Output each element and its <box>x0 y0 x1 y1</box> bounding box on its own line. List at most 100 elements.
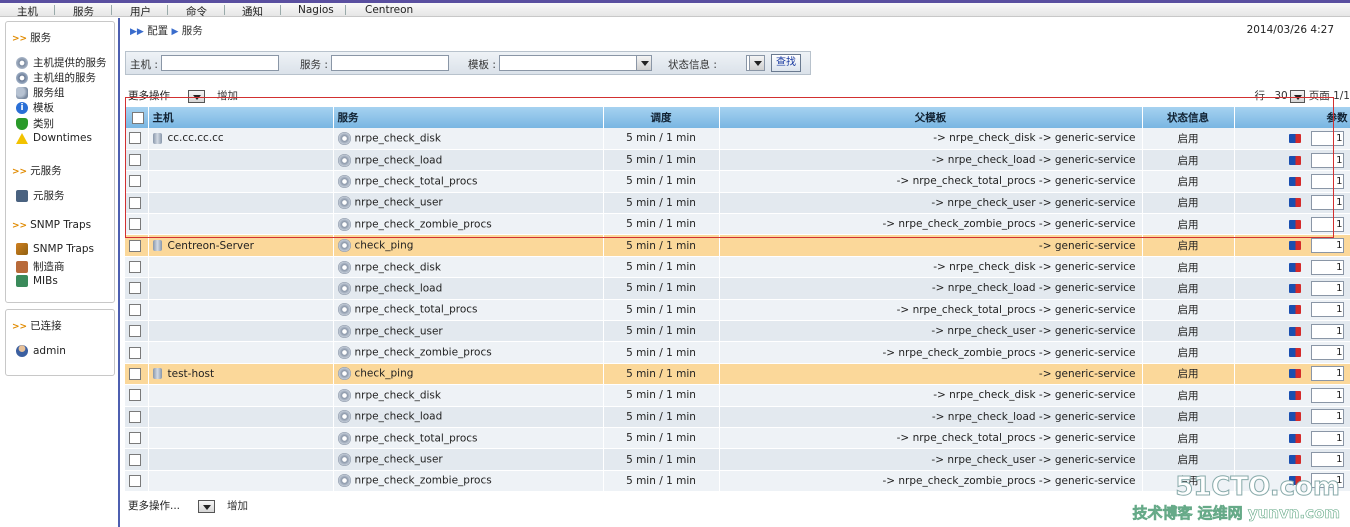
row-checkbox[interactable] <box>129 389 141 402</box>
param-input[interactable]: 1 <box>1310 430 1344 446</box>
param-input[interactable]: 1 <box>1310 259 1344 275</box>
sidebar-item-service-groups[interactable]: 服务组 <box>16 85 65 100</box>
host-name[interactable]: test-host <box>168 368 215 380</box>
select-all-checkbox[interactable] <box>132 111 145 124</box>
edit-icon[interactable] <box>1288 326 1301 336</box>
service-name[interactable]: check_ping <box>355 368 414 380</box>
service-name[interactable]: nrpe_check_zombie_procs <box>355 347 492 359</box>
sidebar-item-hostgroup-services[interactable]: 主机组的服务 <box>16 70 96 85</box>
rows-per-page-select[interactable] <box>1289 89 1305 103</box>
service-name[interactable]: nrpe_check_user <box>355 197 443 209</box>
service-name[interactable]: nrpe_check_total_procs <box>355 304 478 316</box>
status-filter-select[interactable] <box>746 55 765 71</box>
host-filter-input[interactable] <box>161 55 279 71</box>
edit-icon[interactable] <box>1288 412 1301 422</box>
edit-icon[interactable] <box>1288 176 1301 186</box>
param-input[interactable]: 1 <box>1310 366 1344 382</box>
add-link[interactable]: 增加 <box>217 90 238 102</box>
edit-icon[interactable] <box>1288 455 1301 465</box>
param-input[interactable]: 1 <box>1310 452 1344 468</box>
sidebar-item-templates[interactable]: i 模板 <box>16 100 54 115</box>
service-name[interactable]: nrpe_check_disk <box>355 389 441 401</box>
param-input[interactable]: 1 <box>1310 345 1344 361</box>
service-name[interactable]: nrpe_check_load <box>355 154 443 166</box>
host-column-header[interactable]: 主机 <box>148 107 334 128</box>
add-link[interactable]: 增加 <box>227 500 248 512</box>
sidebar-item-categories[interactable]: 类别 <box>16 116 54 131</box>
sidebar-item-mibs[interactable]: MIBs <box>16 275 58 287</box>
sidebar-item-vendors[interactable]: 制造商 <box>16 259 65 274</box>
template-filter-select[interactable] <box>499 55 652 71</box>
edit-icon[interactable] <box>1288 433 1301 443</box>
row-checkbox[interactable] <box>129 282 141 295</box>
edit-icon[interactable] <box>1288 305 1301 315</box>
nav-nagios[interactable]: Nagios <box>298 4 334 16</box>
connected-user[interactable]: admin <box>16 345 66 357</box>
edit-icon[interactable] <box>1288 219 1301 229</box>
param-input[interactable]: 1 <box>1310 387 1344 403</box>
param-input[interactable]: 1 <box>1310 280 1344 296</box>
edit-icon[interactable] <box>1288 241 1301 251</box>
param-input[interactable]: 1 <box>1310 323 1344 339</box>
nav-services[interactable]: 服务 <box>73 4 94 19</box>
service-name[interactable]: nrpe_check_load <box>355 282 443 294</box>
sidebar-item-downtimes[interactable]: Downtimes <box>16 132 92 144</box>
row-checkbox[interactable] <box>129 410 141 423</box>
sidebar-item-snmp-traps[interactable]: SNMP Traps <box>16 243 94 255</box>
row-checkbox[interactable] <box>129 346 141 359</box>
service-name[interactable]: nrpe_check_load <box>355 411 443 423</box>
row-checkbox[interactable] <box>129 432 141 445</box>
row-checkbox[interactable] <box>129 132 141 145</box>
more-actions-select[interactable] <box>198 499 216 513</box>
service-name[interactable]: nrpe_check_user <box>355 325 443 337</box>
edit-icon[interactable] <box>1288 390 1301 400</box>
service-filter-input[interactable] <box>331 55 449 71</box>
row-checkbox[interactable] <box>129 453 141 466</box>
service-column-header[interactable]: 服务 <box>333 107 604 128</box>
edit-icon[interactable] <box>1288 133 1301 143</box>
edit-icon[interactable] <box>1288 369 1301 379</box>
nav-centreon[interactable]: Centreon <box>365 4 413 16</box>
row-checkbox[interactable] <box>129 218 141 231</box>
more-actions-select[interactable] <box>188 89 205 103</box>
sidebar-item-host-services[interactable]: 主机提供的服务 <box>16 55 107 70</box>
edit-icon[interactable] <box>1288 348 1301 358</box>
parent-template-column-header[interactable]: 父模板 <box>719 107 1143 128</box>
host-name[interactable]: Centreon-Server <box>168 240 254 252</box>
nav-users[interactable]: 用户 <box>130 4 151 19</box>
param-input[interactable]: 1 <box>1310 409 1344 425</box>
service-name[interactable]: nrpe_check_disk <box>355 261 441 273</box>
schedule-column-header[interactable]: 调度 <box>603 107 720 128</box>
param-input[interactable]: 1 <box>1310 238 1344 254</box>
row-checkbox[interactable] <box>129 154 141 167</box>
param-input[interactable]: 1 <box>1310 152 1344 168</box>
nav-notifications[interactable]: 通知 <box>242 4 263 19</box>
service-name[interactable]: nrpe_check_user <box>355 454 443 466</box>
row-checkbox[interactable] <box>129 175 141 188</box>
breadcrumb-config[interactable]: 配置 <box>147 25 168 37</box>
service-name[interactable]: check_ping <box>355 240 414 252</box>
breadcrumb-services[interactable]: 服务 <box>182 25 203 37</box>
nav-commands[interactable]: 命令 <box>186 4 207 19</box>
service-name[interactable]: nrpe_check_total_procs <box>355 432 478 444</box>
edit-icon[interactable] <box>1288 283 1301 293</box>
row-checkbox[interactable] <box>129 474 141 487</box>
service-name[interactable]: nrpe_check_total_procs <box>355 175 478 187</box>
param-input[interactable]: 1 <box>1310 302 1344 318</box>
service-name[interactable]: nrpe_check_zombie_procs <box>355 475 492 487</box>
param-input[interactable]: 1 <box>1310 195 1344 211</box>
param-input[interactable]: 1 <box>1310 130 1344 146</box>
param-input[interactable]: 1 <box>1310 173 1344 189</box>
status-column-header[interactable]: 状态信息 <box>1142 107 1235 128</box>
row-checkbox[interactable] <box>129 261 141 274</box>
search-button[interactable]: 查找 <box>771 54 801 72</box>
row-checkbox[interactable] <box>129 239 141 252</box>
param-input[interactable]: 1 <box>1310 216 1344 232</box>
row-checkbox[interactable] <box>129 325 141 338</box>
host-name[interactable]: cc.cc.cc.cc <box>168 132 224 144</box>
row-checkbox[interactable] <box>129 303 141 316</box>
nav-hosts[interactable]: 主机 <box>17 4 38 19</box>
service-name[interactable]: nrpe_check_disk <box>355 132 441 144</box>
row-checkbox[interactable] <box>129 367 141 380</box>
edit-icon[interactable] <box>1288 262 1301 272</box>
